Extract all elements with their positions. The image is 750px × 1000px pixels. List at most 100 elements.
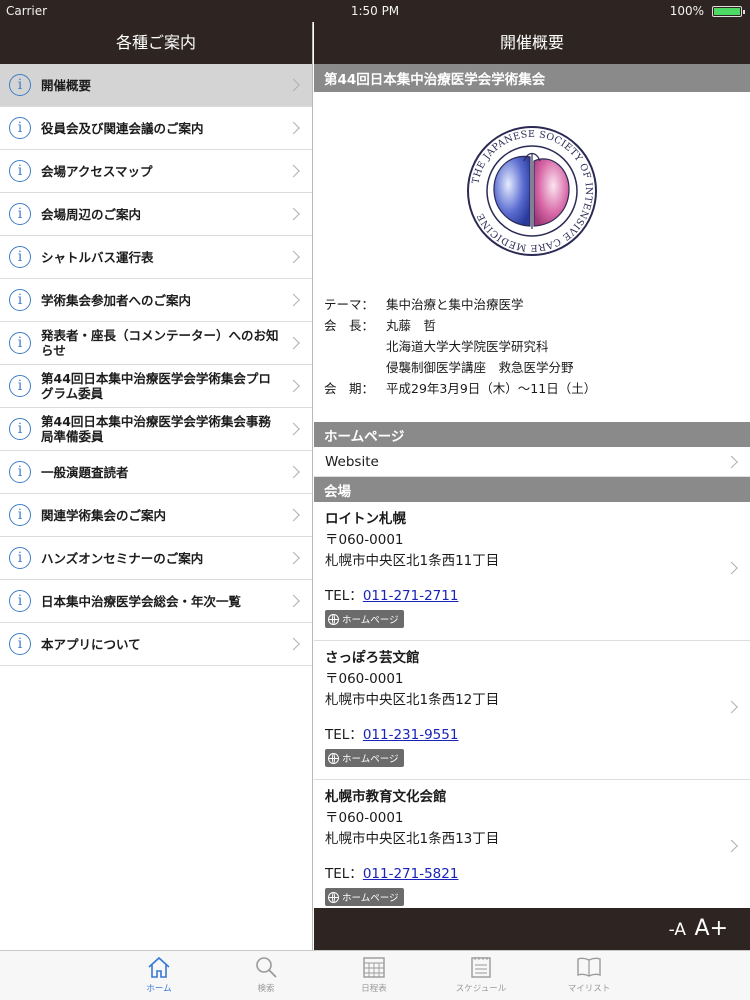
society-logo-area: THE JAPANESE SOCIETY OF INTENSIVE CARE M… <box>314 92 750 290</box>
tab-label: スケジュール <box>455 984 507 994</box>
menu-item-hands-on-seminar[interactable]: i ハンズオンセミナーのご案内 <box>0 537 312 580</box>
menu-list: i 開催概要 i 役員会及び関連会議のご案内 i 会場アクセスマップ i 会場周… <box>0 64 312 666</box>
menu-item-presenter-notice[interactable]: i 発表者・座長（コメンテーター）へのお知らせ <box>0 322 312 365</box>
menu-item-board-meetings[interactable]: i 役員会及び関連会議のご案内 <box>0 107 312 150</box>
menu-item-overview[interactable]: i 開催概要 <box>0 64 312 107</box>
menu-item-access-map[interactable]: i 会場アクセスマップ <box>0 150 312 193</box>
status-bar: Carrier 1:50 PM 100% <box>0 0 750 22</box>
menu-item-attendee-guide[interactable]: i 学術集会参加者へのご案内 <box>0 279 312 322</box>
tel-link[interactable]: 011-231-9551 <box>363 727 459 743</box>
president-row: 会 長： 丸藤 哲 <box>314 315 750 336</box>
venue-address: 札幌市中央区北1条西13丁目 <box>325 831 500 847</box>
chevron-right-icon <box>287 551 300 565</box>
chevron-right-icon <box>287 379 300 393</box>
info-icon: i <box>9 461 31 483</box>
chevron-right-icon <box>287 508 300 522</box>
tel-link[interactable]: 011-271-2711 <box>363 588 459 604</box>
calendar-icon <box>363 957 385 978</box>
menu-item-shuttle-bus[interactable]: i シャトルバス運行表 <box>0 236 312 279</box>
venue-homepage-button[interactable]: ホームページ <box>325 888 404 906</box>
info-icon: i <box>9 332 31 354</box>
website-label: Website <box>325 453 379 470</box>
menu-item-label: 第44回日本集中治療医学会学術集会事務局準備委員 <box>41 414 271 444</box>
tel-label: TEL： <box>325 727 363 743</box>
website-link-row[interactable]: Website <box>314 447 750 477</box>
info-icon: i <box>9 633 31 655</box>
clock: 1:50 PM <box>350 4 400 18</box>
theme-key: テーマ： <box>324 297 375 312</box>
menu-item-annual-list[interactable]: i 日本集中治療医学会総会・年次一覧 <box>0 580 312 623</box>
tab-bar: ホーム 検索 日程表 スケジュール マイリスト <box>0 950 750 1000</box>
info-icon: i <box>9 418 31 440</box>
menu-item-label: 第44回日本集中治療医学会学術集会プログラム委員 <box>41 371 271 401</box>
search-icon <box>256 957 277 978</box>
info-icon: i <box>9 160 31 182</box>
detail-panel: 開催概要 第44回日本集中治療医学会学術集会 THE JAPANESE SOCI… <box>314 22 750 950</box>
venue-homepage-button[interactable]: ホームページ <box>325 749 404 767</box>
homepage-section-header: ホームページ <box>314 422 750 447</box>
tel-link[interactable]: 011-271-5821 <box>363 866 459 882</box>
venue-item[interactable]: さっぽろ芸文館 〒060-0001 札幌市中央区北1条西12丁目 TEL：011… <box>314 641 750 780</box>
info-icon: i <box>9 74 31 96</box>
society-logo: THE JAPANESE SOCIETY OF INTENSIVE CARE M… <box>467 126 597 256</box>
chevron-right-icon <box>287 594 300 608</box>
chevron-right-icon <box>287 164 300 178</box>
schedule-icon <box>471 957 491 978</box>
period-value: 平成29年3月9日（木）〜11日（土） <box>386 381 597 396</box>
menu-item-reviewers[interactable]: i 一般演題査読者 <box>0 451 312 494</box>
chevron-right-icon <box>287 637 300 651</box>
globe-icon <box>328 752 339 764</box>
tab-search[interactable]: 検索 <box>226 955 306 994</box>
info-icon: i <box>9 547 31 569</box>
info-icon: i <box>9 246 31 268</box>
battery-icon <box>712 6 745 17</box>
detail-nav-title: 開催概要 <box>314 22 750 64</box>
menu-item-label: 発表者・座長（コメンテーター）へのお知らせ <box>41 328 279 358</box>
menu-item-label: 開催概要 <box>41 77 92 93</box>
chevron-right-icon <box>725 455 738 468</box>
font-increase-button[interactable]: A+ <box>695 916 728 941</box>
tab-home[interactable]: ホーム <box>119 955 199 994</box>
menu-item-neighborhood[interactable]: i 会場周辺のご案内 <box>0 193 312 236</box>
president-aff-row-2: 侵襲制御医学講座 救急医学分野 <box>314 357 750 378</box>
conference-info: テーマ： 集中治療と集中治療医学 会 長： 丸藤 哲 北海道大学大学院医学研究科… <box>314 290 750 422</box>
venue-tel: TEL：011-271-5821 <box>325 865 750 883</box>
info-icon: i <box>9 375 31 397</box>
homepage-button-label: ホームページ <box>342 754 399 765</box>
president-affiliation-1: 北海道大学大学院医学研究科 <box>386 339 549 354</box>
info-icon: i <box>9 590 31 612</box>
chevron-right-icon <box>287 121 300 135</box>
tel-label: TEL： <box>325 588 363 604</box>
venue-zip: 〒060-0001 <box>325 532 404 548</box>
menu-item-secretariat-committee[interactable]: i 第44回日本集中治療医学会学術集会事務局準備委員 <box>0 408 312 451</box>
font-decrease-button[interactable]: -A <box>669 920 686 940</box>
venue-item[interactable]: 札幌市教育文化会館 〒060-0001 札幌市中央区北1条西13丁目 TEL：0… <box>314 780 750 919</box>
menu-item-label: ハンズオンセミナーのご案内 <box>41 550 204 566</box>
tab-timetable[interactable]: 日程表 <box>334 955 414 994</box>
menu-item-related-meetings[interactable]: i 関連学術集会のご案内 <box>0 494 312 537</box>
globe-icon <box>328 613 339 625</box>
venue-section-header: 会場 <box>314 477 750 502</box>
period-key: 会 期： <box>324 381 375 396</box>
menu-item-program-committee[interactable]: i 第44回日本集中治療医学会学術集会プログラム委員 <box>0 365 312 408</box>
tab-mylist[interactable]: マイリスト <box>549 955 629 994</box>
menu-panel: 各種ご案内 i 開催概要 i 役員会及び関連会議のご案内 i 会場アクセスマップ… <box>0 22 313 950</box>
menu-item-label: 会場周辺のご案内 <box>41 206 142 222</box>
chevron-right-icon <box>287 422 300 436</box>
menu-item-label: 会場アクセスマップ <box>41 163 153 179</box>
tab-schedule[interactable]: スケジュール <box>441 955 521 994</box>
venue-item[interactable]: ロイトン札幌 〒060-0001 札幌市中央区北1条西11丁目 TEL：011-… <box>314 502 750 641</box>
menu-item-label: 役員会及び関連会議のご案内 <box>41 120 204 136</box>
chevron-right-icon <box>287 336 300 350</box>
menu-nav-title: 各種ご案内 <box>0 22 312 64</box>
menu-item-label: 関連学術集会のご案内 <box>41 507 167 523</box>
tel-label: TEL： <box>325 866 363 882</box>
menu-item-about-app[interactable]: i 本アプリについて <box>0 623 312 666</box>
home-icon <box>148 956 170 978</box>
battery-percent: 100% <box>669 4 704 18</box>
president-name: 丸藤 哲 <box>386 318 437 333</box>
font-size-bar: -A A+ <box>314 908 750 950</box>
venue-homepage-button[interactable]: ホームページ <box>325 610 404 628</box>
theme-value: 集中治療と集中治療医学 <box>386 297 524 312</box>
venue-name: さっぽろ芸文館 <box>325 650 420 666</box>
